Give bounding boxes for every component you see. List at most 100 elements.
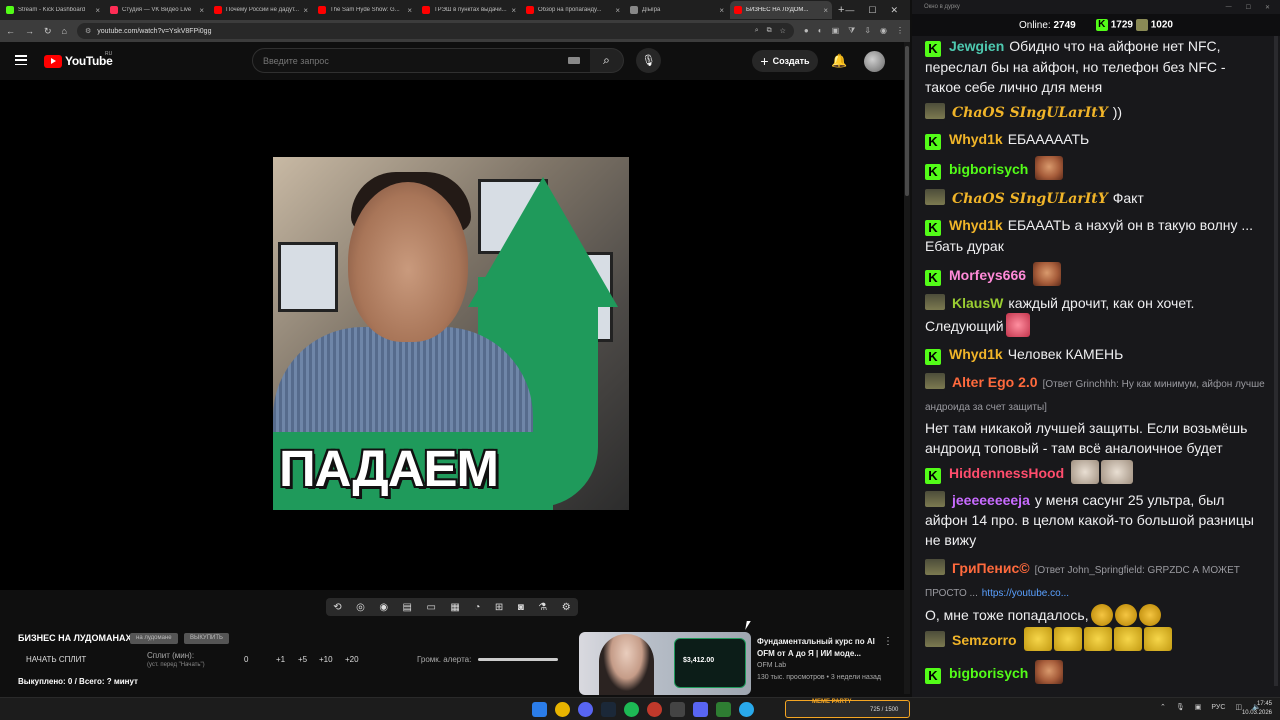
chrome-icon[interactable] [555, 702, 570, 717]
tab-youtube-3[interactable]: Почему России не дадут... × [210, 1, 312, 19]
profile-icon[interactable]: ◉ [880, 26, 887, 36]
dog-emote-icon [1138, 604, 1161, 626]
add-icon[interactable]: ⊞ [495, 602, 503, 613]
kick-icon: K [1095, 19, 1108, 31]
close-tab-icon[interactable]: × [823, 6, 828, 15]
loop-icon[interactable]: ⟲ [333, 602, 341, 613]
split-plus-20-button[interactable]: +20 [345, 655, 359, 664]
chat-link[interactable]: https://youtube.co... [982, 588, 1069, 599]
telegram-icon[interactable] [739, 702, 754, 717]
video-thumbnail[interactable]: $3,412.00 [579, 632, 751, 695]
maximize-icon[interactable]: ☐ [1246, 4, 1251, 14]
more-options-icon[interactable]: ⋮ [883, 636, 893, 647]
flask-icon[interactable]: ⚗ [538, 602, 547, 613]
close-window-icon[interactable]: ✕ [890, 5, 898, 16]
address-bar[interactable]: ⚙ youtube.com/watch?v=YskV8FPi0gg ⌕ ⧉ ☆ [76, 23, 794, 39]
meme-party-widget[interactable]: MEME PARTY 725 / 1500 [785, 699, 910, 718]
microphone-icon[interactable]: 🎙 [1176, 703, 1185, 711]
windows-start-icon[interactable] [532, 702, 547, 717]
tab-youtube-6[interactable]: Обзор на пропаганду... × [522, 1, 624, 19]
youtube-favicon-icon [734, 6, 742, 14]
youtube-logo[interactable]: YouTube RU [44, 51, 113, 68]
list-icon[interactable]: ▦ [450, 602, 459, 613]
reload-icon[interactable]: ↻ [44, 26, 52, 37]
install-icon[interactable]: ⧉ [767, 27, 772, 35]
create-button[interactable]: + Создать [752, 50, 818, 72]
avatar[interactable] [864, 51, 885, 72]
split-value-0[interactable]: 0 [244, 655, 248, 664]
new-tab-button[interactable]: + [838, 4, 844, 16]
menu-dots-icon[interactable]: ⋮ [896, 26, 904, 36]
keyboard-icon[interactable] [568, 57, 580, 64]
chat-scrollbar[interactable] [1274, 36, 1278, 686]
zoom-icon[interactable]: ⌕ [755, 27, 759, 35]
extension-icon[interactable]: ● [804, 26, 809, 36]
extension-icon[interactable]: ◐ [818, 26, 823, 36]
tray-icon[interactable]: ▣ [1195, 703, 1202, 711]
recommended-video[interactable]: $3,412.00 Фундаментальный курс по AI OFM… [579, 632, 899, 695]
tab-youtube-5[interactable]: ТРЭШ в пунктах выдачи... × [418, 1, 520, 19]
close-tab-icon[interactable]: × [95, 6, 100, 15]
close-tab-icon[interactable]: × [199, 6, 204, 15]
home-icon[interactable]: ⌂ [62, 26, 67, 36]
close-window-icon[interactable]: ✕ [1265, 4, 1270, 14]
close-tab-icon[interactable]: × [719, 6, 724, 15]
notifications-bell-icon[interactable]: 🔔 [831, 53, 847, 69]
screenshot-icon[interactable]: ◙ [518, 602, 524, 613]
app-icon[interactable] [647, 702, 662, 717]
maximize-icon[interactable]: ☐ [868, 5, 876, 16]
buyout-button[interactable]: ВЫКУПИТЬ [184, 633, 229, 644]
tab-other[interactable]: Дїыїра × [626, 1, 728, 19]
split-plus-1-button[interactable]: +1 [276, 655, 285, 664]
start-split-button[interactable]: НАЧАТЬ СПЛИТ [26, 655, 86, 664]
close-tab-icon[interactable]: × [511, 6, 516, 15]
tab-kick-dashboard[interactable]: Stream - Kick Dashboard × [2, 1, 104, 19]
alert-volume-slider[interactable] [478, 658, 558, 661]
spotify-icon[interactable] [624, 702, 639, 717]
site-info-icon[interactable]: ⚙ [85, 27, 91, 35]
voice-search-button[interactable]: 🎙 [636, 48, 661, 73]
split-plus-5-button[interactable]: +5 [298, 655, 307, 664]
platform-badge-icon [925, 294, 945, 310]
download-icon[interactable]: ⇩ [864, 26, 871, 36]
back-icon[interactable]: ← [6, 26, 15, 36]
tab-vk-studio[interactable]: Студия — VK Видео Live × [106, 1, 208, 19]
search-button[interactable]: ⌕ [590, 48, 624, 73]
forward-icon[interactable]: → [25, 26, 34, 36]
steam-icon[interactable] [601, 702, 616, 717]
platform-badge-icon [925, 373, 945, 389]
recommended-title[interactable]: Фундаментальный курс по AI OFM от А до Я… [757, 636, 882, 660]
clip-icon[interactable]: ▤ [403, 602, 412, 613]
app-icon[interactable] [716, 702, 731, 717]
search-box[interactable] [252, 48, 592, 73]
settings-gear-icon[interactable]: ⚙ [562, 602, 571, 613]
video-player[interactable]: ПАДАЕМ [0, 80, 904, 590]
minimize-icon[interactable]: — [845, 5, 854, 16]
minimize-icon[interactable]: — [1226, 4, 1232, 14]
close-tab-icon[interactable]: × [615, 6, 620, 15]
tray-arrow-icon[interactable]: ⌃ [1160, 703, 1166, 711]
obs-icon[interactable] [670, 702, 685, 717]
bookmark-star-icon[interactable]: ☆ [780, 27, 786, 35]
screen-icon[interactable]: ▭ [426, 602, 435, 613]
tab-youtube-4[interactable]: The Sam Hyde Show: G... × [314, 1, 416, 19]
split-plus-10-button[interactable]: +10 [319, 655, 333, 664]
page-scrollbar[interactable] [904, 42, 910, 694]
clock[interactable]: 17:45 10.03.2026 [1240, 700, 1272, 718]
tab-active-youtube[interactable]: БИЗНЕС НА ЛУДОМ... × [730, 1, 832, 19]
platform-icon [1135, 19, 1148, 31]
speed-icon[interactable]: ◔ [474, 602, 480, 613]
close-tab-icon[interactable]: × [303, 6, 308, 15]
app-icon[interactable] [693, 702, 708, 717]
autoplay-icon[interactable]: ◉ [379, 602, 388, 613]
recommended-channel[interactable]: OFM Lab [757, 662, 786, 669]
close-tab-icon[interactable]: × [407, 6, 412, 15]
discord-icon[interactable] [578, 702, 593, 717]
extension-icon[interactable]: ▣ [832, 26, 840, 36]
puzzle-icon[interactable]: ⧩ [848, 26, 855, 36]
face-emote-icon [1035, 660, 1064, 684]
broadcast-icon[interactable]: ◎ [356, 602, 365, 613]
search-input[interactable] [263, 55, 553, 66]
menu-icon[interactable] [15, 55, 27, 65]
language-indicator[interactable]: РУС [1211, 704, 1225, 711]
